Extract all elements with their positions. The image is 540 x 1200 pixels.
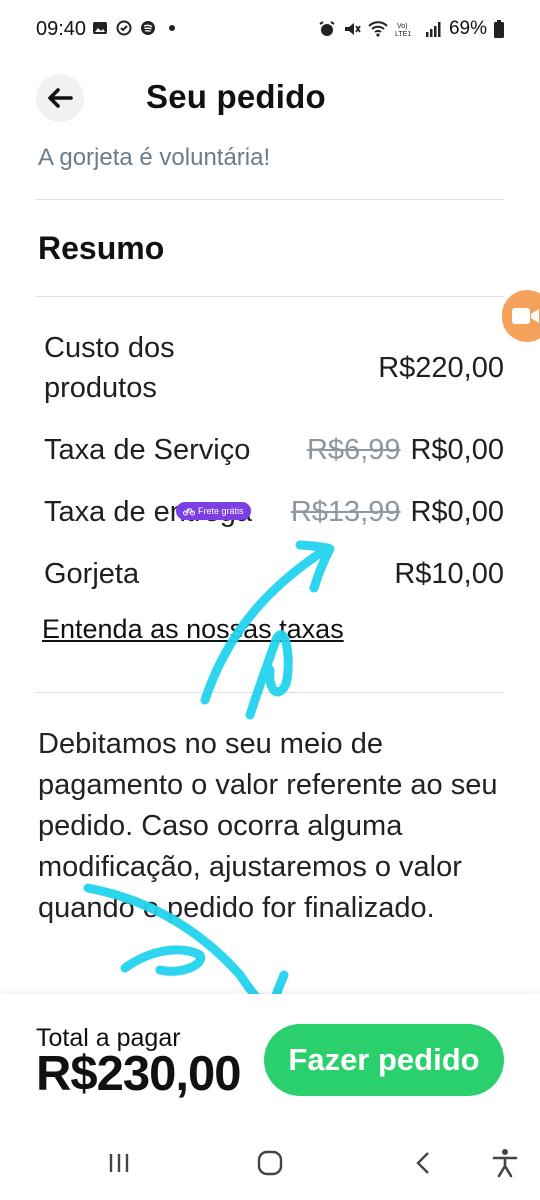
status-bar: 09:40 Vo) LTE1 69% (0, 0, 540, 60)
place-order-button[interactable]: Fazer pedido (264, 1024, 504, 1096)
summary-row-delivery-fee: Taxa de entrega Frete grátis R$13,99 R$0,… (44, 492, 504, 532)
home-button[interactable] (255, 1148, 285, 1178)
back-nav-icon (416, 1152, 429, 1174)
free-shipping-badge: Frete grátis (176, 502, 251, 520)
battery-percent: 69% (448, 18, 487, 39)
status-left-icons (92, 20, 180, 36)
wifi-icon (368, 21, 388, 37)
summary-row-tip: Gorjeta R$10,00 (44, 554, 504, 594)
fees-info-link[interactable]: Entenda as nossas taxas (42, 614, 344, 645)
signal-icon (425, 22, 441, 37)
row-label: Custo dos produtos (44, 328, 175, 408)
divider (36, 296, 504, 297)
row-value: R$0,00 (410, 496, 504, 528)
accessibility-button[interactable] (490, 1148, 520, 1178)
back-nav-button[interactable] (408, 1148, 438, 1178)
row-value-group: R$6,99 R$0,00 (307, 430, 504, 470)
accessibility-icon (492, 1149, 518, 1178)
status-right: Vo) LTE1 69% (318, 18, 504, 40)
row-value: R$220,00 (378, 352, 504, 384)
alarm-icon (319, 21, 335, 36)
row-value: R$0,00 (410, 434, 504, 466)
payment-info-text: Debitamos no seu meio de pagamento o val… (38, 728, 498, 924)
old-price: R$6,99 (306, 434, 401, 466)
mute-icon (344, 23, 361, 35)
row-value: R$10,00 (394, 558, 504, 590)
tip-note: A gorjeta é voluntária! (38, 144, 271, 171)
checkout-footer: Total a pagar R$230,00 Fazer pedido (0, 994, 540, 1128)
svg-text:Vo): Vo) (397, 23, 408, 30)
divider (36, 692, 504, 693)
recent-apps-button[interactable] (104, 1148, 134, 1178)
battery-icon (494, 20, 504, 38)
floating-video-button[interactable] (502, 290, 540, 342)
video-camera-icon (512, 308, 539, 324)
system-nav-bar (0, 1128, 540, 1200)
page-title: Seu pedido (146, 78, 326, 115)
row-label: Gorjeta (44, 558, 140, 590)
badge-label: Frete grátis (198, 506, 244, 516)
back-button[interactable] (36, 74, 84, 122)
divider (36, 199, 504, 200)
arrow-left-icon (48, 88, 73, 108)
row-label-line2: produtos (44, 372, 157, 404)
bike-icon (183, 508, 195, 516)
total-value: R$230,00 (36, 1047, 242, 1101)
summary-row-products: Custo dos produtos R$220,00 (44, 328, 504, 412)
recent-apps-icon (109, 1154, 129, 1172)
row-value-group: R$13,99 R$0,00 (291, 492, 504, 532)
summary-row-service-fee: Taxa de Serviço R$6,99 R$0,00 (44, 430, 504, 470)
row-label-line1: Custo dos (44, 332, 175, 364)
old-price: R$13,99 (290, 496, 401, 528)
spotify-icon (141, 21, 155, 35)
check-circle-icon (116, 20, 132, 36)
home-icon (257, 1150, 283, 1176)
status-time: 09:40 (36, 18, 87, 40)
row-label: Taxa de Serviço (44, 434, 251, 466)
gallery-icon (93, 22, 107, 34)
dot-icon (169, 25, 175, 31)
svg-text:LTE1: LTE1 (395, 31, 411, 38)
volte-icon: Vo)LTE1 (395, 23, 411, 38)
summary-title: Resumo (38, 230, 165, 266)
